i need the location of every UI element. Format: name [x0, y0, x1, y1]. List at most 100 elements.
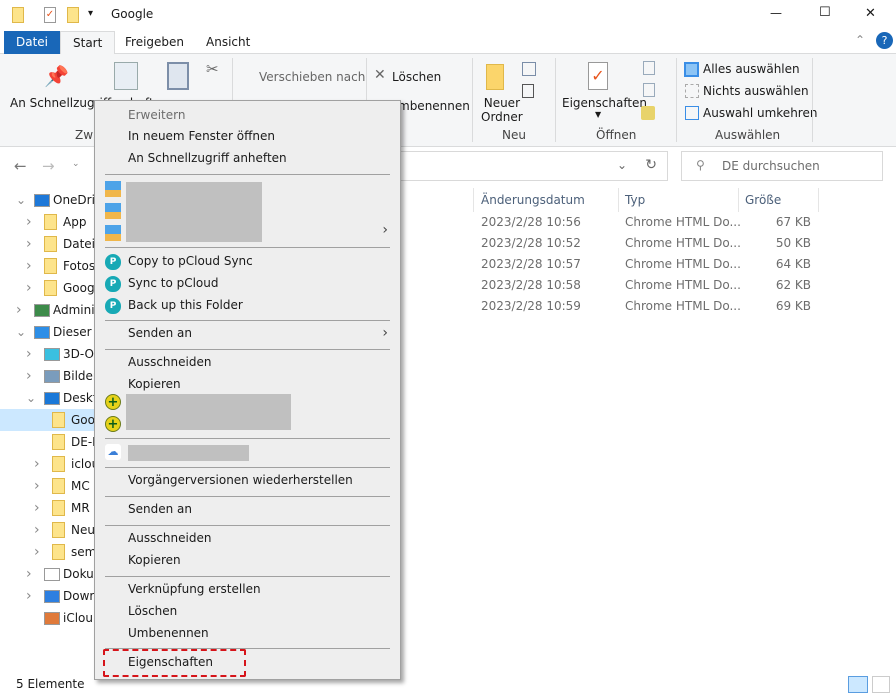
properties-dropdown-icon[interactable]: ▼ — [595, 110, 601, 119]
chevron-right-icon[interactable]: › — [26, 233, 32, 255]
chevron-right-icon[interactable]: › — [34, 453, 40, 475]
menu-copy[interactable]: Kopieren — [128, 377, 181, 391]
menu-expand[interactable]: Erweitern — [128, 108, 185, 122]
chevron-right-icon[interactable]: › — [34, 475, 40, 497]
tree-item[interactable]: › Datei — [0, 233, 100, 255]
chevron-right-icon[interactable]: › — [34, 519, 40, 541]
tree-item[interactable]: › Bilder — [0, 365, 100, 387]
menu-cut-2[interactable]: Ausschneiden — [128, 531, 211, 545]
menu-copy-2[interactable]: Kopieren — [128, 553, 181, 567]
file-size[interactable]: 62 KB — [776, 278, 811, 292]
rename-button[interactable]: mbenennen — [398, 99, 470, 113]
search-box[interactable]: ⚲ DE durchsuchen — [681, 151, 883, 181]
easy-access-icon[interactable] — [522, 84, 534, 98]
tree-item[interactable]: ⌄ OneDri — [0, 189, 100, 211]
tree-item[interactable]: › Admini — [0, 299, 100, 321]
file-size[interactable]: 69 KB — [776, 299, 811, 313]
menu-backup-folder[interactable]: Back up this Folder — [128, 298, 243, 312]
file-date[interactable]: 2023/2/28 10:58 — [481, 278, 581, 292]
tree-item[interactable]: › 3D-Ol — [0, 343, 100, 365]
file-size[interactable]: 64 KB — [776, 257, 811, 271]
tree-item[interactable]: ⌄ Dieser P — [0, 321, 103, 343]
select-none-button[interactable]: Nichts auswählen — [703, 84, 809, 98]
delete-button[interactable]: Löschen — [392, 70, 441, 84]
move-to-button[interactable]: Verschieben nach — [259, 70, 365, 84]
file-type[interactable]: Chrome HTML Do... — [625, 236, 741, 250]
tree-item[interactable]: › MC — [0, 475, 100, 497]
close-button[interactable]: ✕ — [865, 6, 876, 21]
history-icon[interactable] — [641, 106, 655, 120]
tab-start[interactable]: Start — [60, 31, 116, 55]
file-date[interactable]: 2023/2/28 10:52 — [481, 236, 581, 250]
new-folder-quick-icon[interactable] — [67, 7, 79, 23]
maximize-button[interactable]: ☐ — [819, 5, 831, 20]
chevron-right-icon[interactable]: › — [26, 211, 32, 233]
cut-icon[interactable]: ✂ — [206, 60, 219, 78]
menu-restore-versions[interactable]: Vorgängerversionen wiederherstellen — [128, 473, 353, 487]
paste-icon[interactable] — [167, 62, 189, 90]
tree-item[interactable]: › Goog — [0, 277, 100, 299]
tree-item[interactable]: iClou — [0, 607, 100, 629]
quick-access-dropdown-icon[interactable]: ▾ — [88, 8, 93, 19]
chevron-right-icon[interactable]: › — [26, 255, 32, 277]
chevron-right-icon[interactable]: › — [26, 585, 32, 607]
tree-item[interactable]: ⌄ Deskt — [0, 387, 100, 409]
chevron-right-icon[interactable]: › — [34, 541, 40, 563]
chevron-right-icon[interactable]: › — [34, 497, 40, 519]
menu-rename[interactable]: Umbenennen — [128, 626, 209, 640]
menu-send-to[interactable]: Senden an — [128, 326, 192, 340]
tab-freigeben[interactable]: Freigeben — [113, 31, 196, 54]
menu-create-shortcut[interactable]: Verknüpfung erstellen — [128, 582, 261, 596]
address-bar[interactable]: ⌄ ↻ — [380, 151, 668, 181]
tree-item[interactable]: › MR — [0, 497, 100, 519]
tree-item[interactable]: › iclou — [0, 453, 100, 475]
copy-icon[interactable] — [114, 62, 138, 90]
tree-item[interactable]: › Neu — [0, 519, 100, 541]
open-icon[interactable] — [643, 61, 655, 75]
tab-ansicht[interactable]: Ansicht — [194, 31, 262, 54]
file-type[interactable]: Chrome HTML Do... — [625, 299, 741, 313]
redacted-menu-item[interactable] — [128, 445, 249, 461]
forward-button[interactable]: → — [42, 157, 55, 175]
properties-button[interactable]: Eigenschaften — [562, 96, 647, 110]
file-date[interactable]: 2023/2/28 10:56 — [481, 215, 581, 229]
chevron-down-icon[interactable]: ⌄ — [16, 321, 26, 343]
refresh-icon[interactable]: ↻ — [645, 157, 657, 173]
chevron-right-icon[interactable]: › — [16, 299, 22, 321]
menu-delete[interactable]: Löschen — [128, 604, 177, 618]
menu-open-new-window[interactable]: In neuem Fenster öffnen — [128, 129, 275, 143]
large-icons-view-button[interactable] — [872, 676, 890, 693]
column-size[interactable]: Größe — [745, 193, 781, 207]
menu-pin-quick-access[interactable]: An Schnellzugriff anheften — [128, 151, 287, 165]
tree-item[interactable]: › App — [0, 211, 100, 233]
column-date[interactable]: Änderungsdatum — [481, 193, 585, 207]
chevron-down-icon[interactable]: ⌄ — [16, 189, 26, 211]
tree-item[interactable]: › sem — [0, 541, 100, 563]
help-icon[interactable]: ? — [876, 32, 893, 49]
file-date[interactable]: 2023/2/28 10:59 — [481, 299, 581, 313]
minimize-button[interactable]: — — [770, 6, 782, 20]
select-all-button[interactable]: Alles auswählen — [703, 62, 800, 76]
file-size[interactable]: 50 KB — [776, 236, 811, 250]
chevron-right-icon[interactable]: › — [26, 365, 32, 387]
file-type[interactable]: Chrome HTML Do... — [625, 257, 741, 271]
new-folder-button[interactable]: Neuer Ordner — [481, 96, 523, 124]
tree-item[interactable]: › Doku — [0, 563, 100, 585]
redacted-menu-items[interactable] — [126, 394, 291, 430]
file-type[interactable]: Chrome HTML Do... — [625, 215, 741, 229]
recent-dropdown[interactable]: ⌄ — [72, 159, 80, 169]
back-button[interactable]: ← — [14, 157, 27, 175]
redacted-menu-items[interactable] — [126, 182, 262, 242]
tab-datei[interactable]: Datei — [4, 31, 61, 54]
chevron-right-icon[interactable]: › — [26, 563, 32, 585]
column-type[interactable]: Typ — [625, 193, 645, 207]
chevron-right-icon[interactable]: › — [26, 343, 32, 365]
address-dropdown-icon[interactable]: ⌄ — [617, 158, 627, 172]
edit-icon[interactable] — [643, 83, 655, 97]
file-type[interactable]: Chrome HTML Do... — [625, 278, 741, 292]
collapse-ribbon-icon[interactable]: ⌃ — [855, 33, 865, 47]
file-size[interactable]: 67 KB — [776, 215, 811, 229]
tree-item[interactable]: DE-I — [0, 431, 100, 453]
tree-item[interactable]: › Dowr — [0, 585, 100, 607]
invert-selection-button[interactable]: Auswahl umkehren — [703, 106, 817, 120]
